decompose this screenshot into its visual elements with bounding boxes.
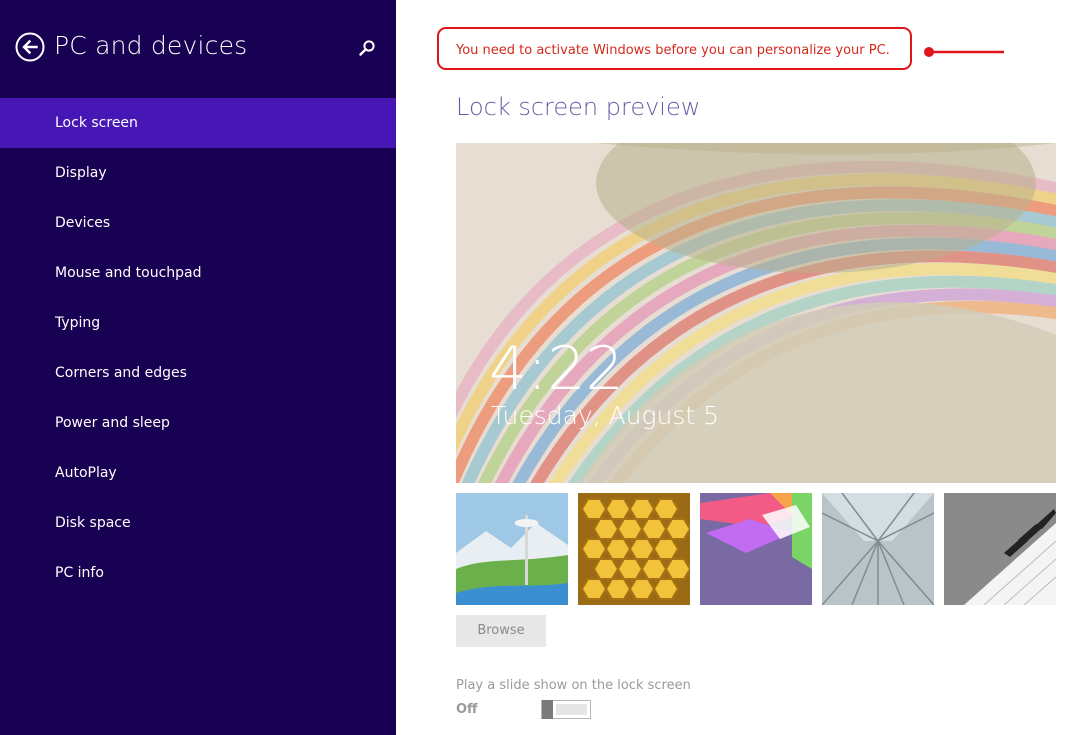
honeycomb-thumbnail[interactable] xyxy=(578,493,690,605)
sidebar-item-mouse-and-touchpad[interactable]: Mouse and touchpad xyxy=(0,248,396,298)
sidebar-title: PC and devices xyxy=(54,31,248,60)
sidebar-item-autoplay[interactable]: AutoPlay xyxy=(0,448,396,498)
sidebar-item-corners-and-edges[interactable]: Corners and edges xyxy=(0,348,396,398)
sidebar-item-devices[interactable]: Devices xyxy=(0,198,396,248)
sidebar-item-display[interactable]: Display xyxy=(0,148,396,198)
sidebar-item-disk-space[interactable]: Disk space xyxy=(0,498,396,548)
lock-screen-preview: 4:22 Tuesday, August 5 xyxy=(456,143,1056,483)
sidebar-item-pc-info[interactable]: PC info xyxy=(0,548,396,598)
lock-screen-thumbnails xyxy=(456,493,1056,605)
preview-date: Tuesday, August 5 xyxy=(491,401,720,430)
main-content: You need to activate Windows before you … xyxy=(396,0,1088,735)
sidebar-item-power-and-sleep[interactable]: Power and sleep xyxy=(0,398,396,448)
search-icon[interactable] xyxy=(358,39,376,57)
toggle-knob xyxy=(542,700,553,719)
back-arrow-icon[interactable] xyxy=(15,32,45,62)
annotation-pointer-icon xyxy=(920,44,1006,58)
space-needle-thumbnail[interactable] xyxy=(456,493,568,605)
preview-wallpaper xyxy=(456,143,1056,483)
sidebar: PC and devices Lock screen Display Devic… xyxy=(0,0,396,735)
activation-warning: You need to activate Windows before you … xyxy=(456,43,890,58)
browse-button[interactable]: Browse xyxy=(456,615,546,647)
toggle-track xyxy=(556,704,587,715)
geometric-shapes-thumbnail[interactable] xyxy=(700,493,812,605)
slideshow-toggle[interactable] xyxy=(541,700,591,719)
slideshow-state-label: Off xyxy=(456,702,478,717)
preview-time: 4:22 xyxy=(489,334,624,404)
sidebar-item-lock-screen[interactable]: Lock screen xyxy=(0,98,396,148)
lock-screen-preview-heading: Lock screen preview xyxy=(456,93,701,121)
sidebar-item-typing[interactable]: Typing xyxy=(0,298,396,348)
slideshow-label: Play a slide show on the lock screen xyxy=(456,678,691,693)
sidebar-nav: Lock screen Display Devices Mouse and to… xyxy=(0,98,396,598)
escalator-thumbnail[interactable] xyxy=(822,493,934,605)
piano-keys-thumbnail[interactable] xyxy=(944,493,1056,605)
